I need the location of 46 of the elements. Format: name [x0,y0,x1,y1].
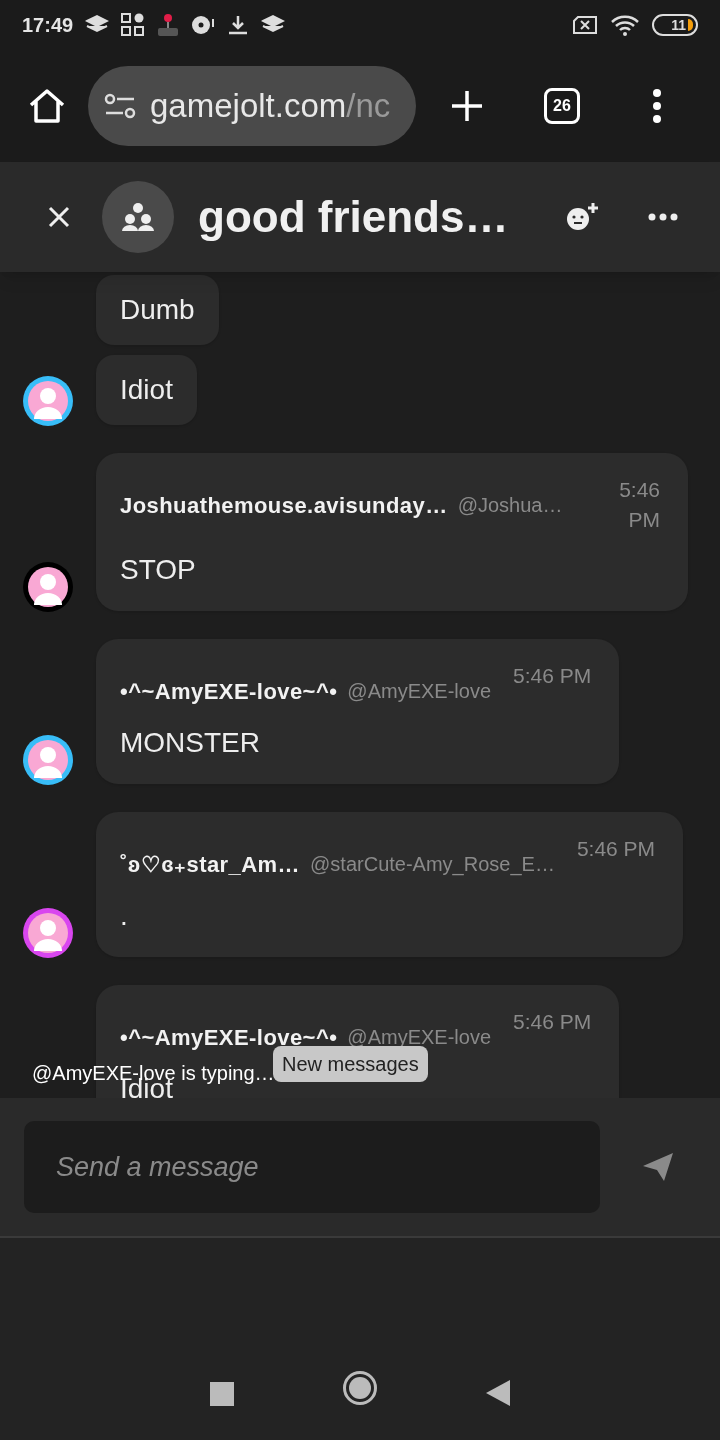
message-time: 5:46 PM [618,477,660,533]
site-settings-icon[interactable] [104,93,136,119]
add-member-icon[interactable] [566,202,600,232]
url-path: /nc [346,87,391,125]
send-icon[interactable] [642,1152,674,1182]
url-host: gamejolt.com [150,87,347,125]
new-messages-button[interactable]: New messages [273,1046,428,1082]
message-time: 5:46 PM [576,836,656,862]
address-bar[interactable]: gamejolt.com/nc [88,66,416,146]
tab-count-button[interactable]: 26 [544,88,580,124]
sim-icon [572,15,598,35]
avatar-icon[interactable] [22,375,74,427]
sender-name[interactable]: •^~AmyEXE-love~^• [120,675,338,708]
disc-icon [191,15,216,35]
home-button-icon[interactable] [342,1370,378,1406]
close-icon[interactable] [48,206,70,228]
message-text: Dumb [120,293,195,327]
message-text: . [120,899,128,933]
message-text: STOP [120,553,196,587]
sender-handle: @AmyEXE-love [347,679,491,704]
wifi-icon [610,14,640,36]
avatar-icon[interactable] [22,734,74,786]
group-icon [121,202,155,232]
sender-name[interactable]: ˚ʚ♡ɞ₊star_Am… [120,848,301,881]
sender-handle: @starCute-Amy_Rose_E… [310,852,555,878]
home-icon[interactable] [28,88,66,124]
message-text: Idiot [120,373,173,407]
message-time: 5:46 PM [513,1009,592,1035]
sender-name[interactable]: Joshuathemouse.avisunday… [120,489,448,522]
download-icon [227,14,250,36]
joystick-icon [157,13,180,37]
sender-handle: @Joshua… [457,493,563,518]
back-icon[interactable] [486,1380,510,1406]
battery-fill [688,19,693,31]
apps-grid-icon [121,13,146,37]
new-tab-icon[interactable] [450,89,484,123]
message-time: 5:46 PM [513,663,592,689]
chat-title: good friends… [198,191,509,243]
message-text: MONSTER [120,726,260,760]
more-options-icon[interactable] [648,213,678,221]
clock-time: 17:49 [22,13,74,38]
battery-level: 11 [671,15,686,35]
message-input[interactable]: Send a message [24,1121,600,1213]
menu-icon[interactable] [652,89,662,123]
avatar-icon[interactable] [22,561,74,613]
avatar-icon[interactable] [22,907,74,959]
